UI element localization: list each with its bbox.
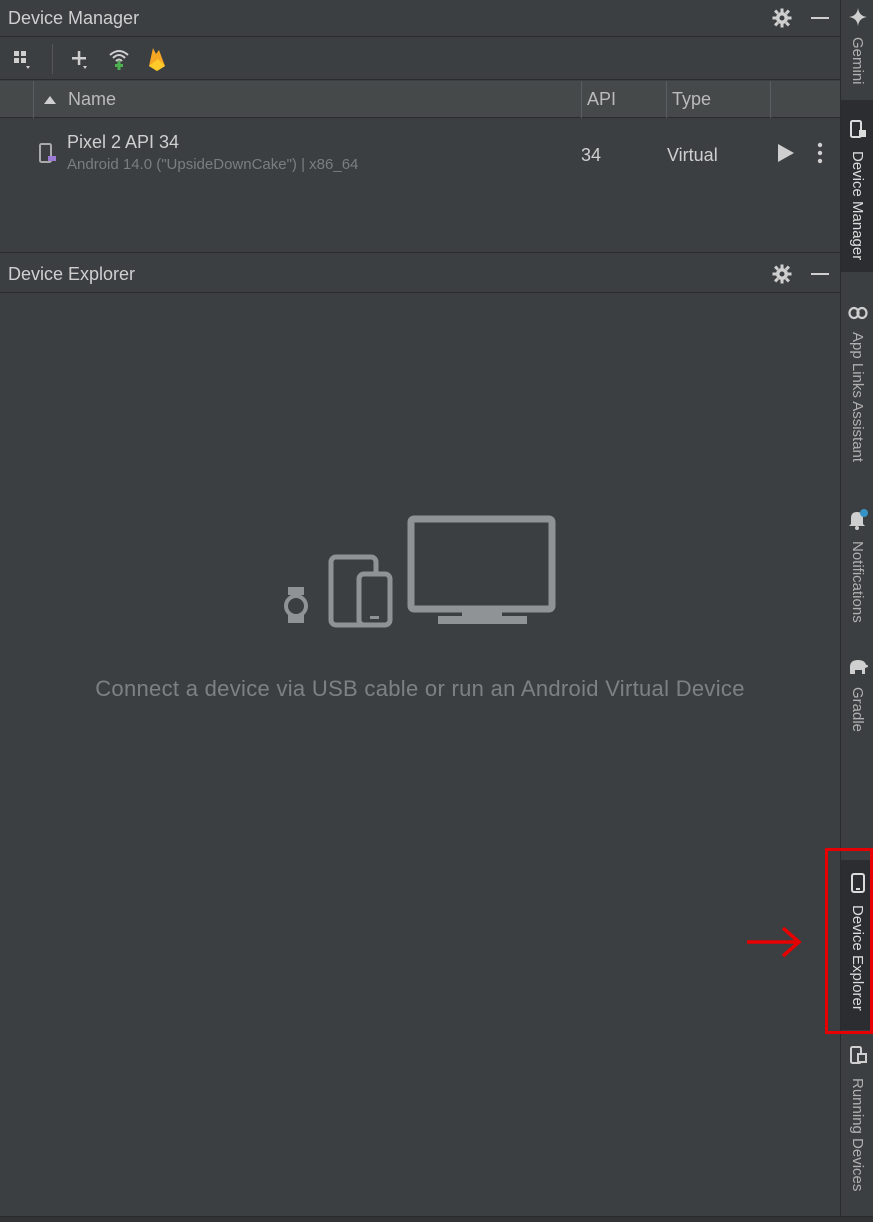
device-manager-icon bbox=[849, 120, 867, 145]
empty-state-message: Connect a device via USB cable or run an… bbox=[95, 676, 745, 701]
device-api: 34 bbox=[581, 145, 602, 165]
more-options-icon[interactable] bbox=[817, 142, 823, 169]
sidebar-item-label: App Links Assistant bbox=[849, 332, 866, 463]
toolbar-separator bbox=[52, 43, 53, 74]
main-area: Device Manager Name API Type Pixel 2 API… bbox=[0, 0, 840, 1216]
device-manager-header: Device Manager bbox=[0, 0, 840, 37]
sidebar-item-running-devices[interactable]: Running Devices bbox=[841, 1045, 873, 1205]
device-explorer-actions bbox=[772, 264, 830, 284]
sidebar-item-label: Device Manager bbox=[849, 151, 866, 261]
sidebar-item-notifications[interactable]: Notifications bbox=[841, 508, 873, 638]
device-manager-actions bbox=[772, 8, 830, 28]
device-manager-title: Device Manager bbox=[8, 7, 140, 28]
bell-icon bbox=[847, 508, 869, 535]
plus-icon bbox=[72, 50, 87, 69]
virtual-device-icon bbox=[38, 142, 58, 171]
device-details: Android 14.0 ("UpsideDownCake") | x86_64 bbox=[67, 156, 359, 173]
device-row[interactable]: Pixel 2 API 34 Android 14.0 ("UpsideDown… bbox=[0, 118, 840, 190]
running-devices-icon bbox=[849, 1045, 867, 1072]
grid-icon bbox=[14, 50, 30, 69]
minimize-icon[interactable] bbox=[810, 264, 830, 284]
sidebar-item-label: Running Devices bbox=[849, 1078, 866, 1192]
column-divider bbox=[666, 81, 667, 118]
pair-wifi-button[interactable] bbox=[105, 44, 133, 74]
devices-illustration bbox=[280, 515, 560, 635]
add-device-button[interactable] bbox=[67, 44, 95, 74]
sort-ascending-icon[interactable] bbox=[43, 81, 57, 118]
firebase-icon bbox=[149, 47, 165, 71]
column-api-header[interactable]: API bbox=[587, 81, 616, 118]
tool-window-strip: Gemini Device Manager App Links Assistan… bbox=[840, 0, 873, 1216]
device-name: Pixel 2 API 34 bbox=[67, 132, 180, 152]
sidebar-item-label: Notifications bbox=[849, 541, 866, 623]
device-type: Virtual bbox=[667, 145, 718, 165]
column-type-header[interactable]: Type bbox=[672, 81, 711, 118]
sidebar-item-app-links-assistant[interactable]: App Links Assistant bbox=[841, 305, 873, 485]
column-divider bbox=[581, 81, 582, 118]
sidebar-item-device-manager[interactable]: Device Manager bbox=[841, 100, 873, 272]
column-divider bbox=[33, 81, 34, 118]
device-explorer-header: Device Explorer bbox=[0, 256, 840, 293]
bottom-border bbox=[0, 1216, 873, 1222]
minimize-icon[interactable] bbox=[810, 8, 830, 28]
arrow-right-icon bbox=[745, 925, 803, 964]
device-explorer-title: Device Explorer bbox=[8, 263, 136, 284]
sidebar-item-gemini[interactable]: Gemini bbox=[841, 8, 873, 98]
gear-icon[interactable] bbox=[772, 8, 792, 28]
elephant-icon bbox=[847, 658, 869, 681]
device-manager-toolbar bbox=[0, 38, 840, 80]
group-by-button[interactable] bbox=[10, 44, 38, 74]
sidebar-item-label: Device Explorer bbox=[849, 905, 866, 1011]
gear-icon[interactable] bbox=[772, 264, 792, 284]
sidebar-item-device-explorer[interactable]: Device Explorer bbox=[841, 860, 873, 1030]
column-divider bbox=[770, 81, 771, 118]
sidebar-item-gradle[interactable]: Gradle bbox=[841, 658, 873, 738]
link-icon bbox=[847, 305, 868, 326]
wifi-pair-icon bbox=[109, 49, 129, 70]
panel-splitter[interactable] bbox=[0, 252, 840, 253]
column-name-header[interactable]: Name bbox=[68, 81, 116, 118]
sidebar-item-label: Gemini bbox=[849, 37, 866, 85]
ide-window: Device Manager Name API Type Pixel 2 API… bbox=[0, 0, 873, 1222]
device-table-header: Name API Type bbox=[0, 81, 840, 118]
play-icon[interactable] bbox=[777, 143, 795, 168]
sidebar-item-label: Gradle bbox=[849, 687, 866, 733]
firebase-button[interactable] bbox=[143, 44, 171, 74]
sparkle-icon bbox=[848, 8, 867, 31]
phone-icon bbox=[850, 872, 866, 899]
watch-icon bbox=[288, 587, 304, 595]
